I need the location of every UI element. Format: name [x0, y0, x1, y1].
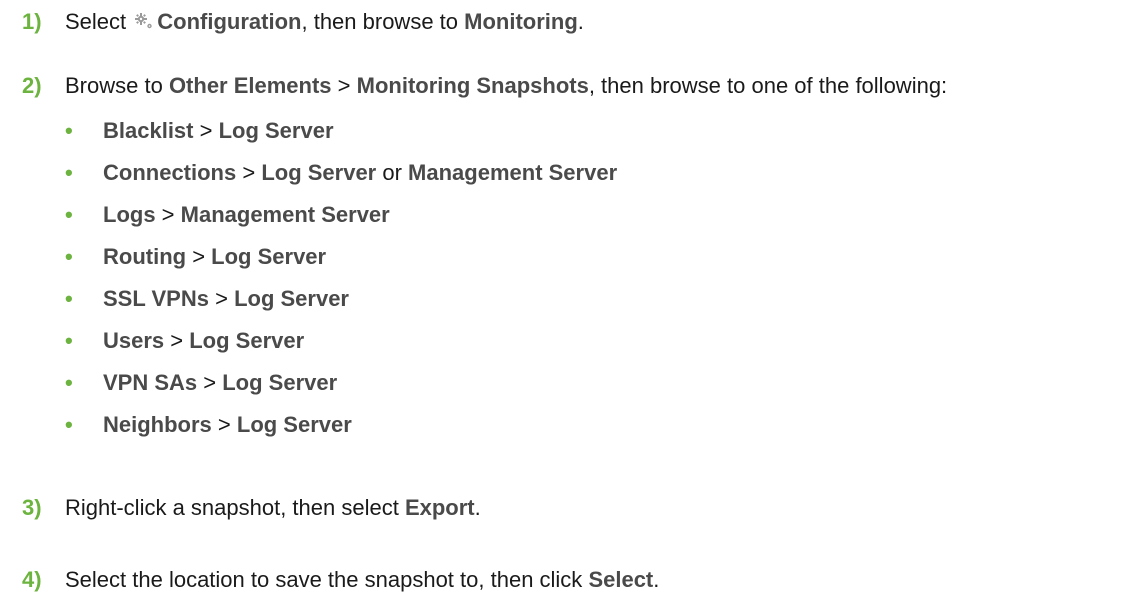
monitoring-snapshots-label: Monitoring Snapshots — [356, 73, 589, 98]
instruction-text: Select the location to save the snapshot… — [65, 567, 589, 592]
item-name: Connections — [103, 160, 237, 185]
period: . — [474, 495, 481, 520]
step-number: 2) — [22, 73, 42, 98]
step-number: 4) — [22, 567, 42, 592]
step-number: 3) — [22, 495, 42, 520]
separator: > — [155, 202, 181, 227]
gear-icon — [133, 10, 155, 32]
bullet: • — [65, 412, 73, 437]
bullet: • — [65, 328, 73, 353]
select-label: Select — [588, 567, 654, 592]
bullet: • — [65, 202, 73, 227]
item-name: Routing — [103, 244, 187, 269]
connector-text: , then browse to — [301, 9, 465, 34]
step-text: Browse to Other Elements > Monitoring Sn… — [65, 72, 947, 100]
item-name: SSL VPNs — [103, 286, 209, 311]
separator: > — [186, 244, 212, 269]
step-text: Select Configuration, then browse to Mon… — [65, 8, 584, 36]
or-text: or — [376, 160, 409, 185]
separator: > — [164, 328, 190, 353]
item-name: Users — [103, 328, 165, 353]
bullet: • — [65, 160, 73, 185]
other-elements-label: Other Elements — [168, 73, 332, 98]
bullet: • — [65, 286, 73, 311]
instruction-text: Right-click a snapshot, then select — [65, 495, 405, 520]
monitoring-label: Monitoring — [464, 9, 578, 34]
period: . — [577, 9, 584, 34]
item-name: Neighbors — [103, 412, 212, 437]
connector-text: , then browse to one of the following: — [588, 73, 948, 98]
procedure-steps: 1) Select Configuration, then browse to … — [0, 0, 1136, 616]
item-server: Log Server — [261, 160, 377, 185]
separator: > — [331, 73, 357, 98]
configuration-label: Configuration — [157, 9, 302, 34]
item-name: VPN SAs — [103, 370, 198, 395]
item-server: Management Server — [180, 202, 390, 227]
item-name: Logs — [103, 202, 156, 227]
bullet: • — [65, 118, 73, 143]
separator: > — [236, 160, 262, 185]
item-server: Log Server — [234, 286, 349, 311]
separator: > — [208, 286, 235, 311]
item-server: Log Server — [211, 244, 327, 269]
separator: > — [193, 118, 219, 143]
browse-text: Browse to — [65, 73, 169, 98]
period: . — [653, 567, 660, 592]
separator: > — [197, 370, 223, 395]
item-server: Log Server — [236, 412, 352, 437]
separator: > — [211, 412, 237, 437]
bullet: • — [65, 370, 73, 395]
select-word: Select — [65, 9, 127, 34]
step-number: 1) — [22, 9, 42, 34]
step-text: Select the location to save the snapshot… — [65, 566, 659, 594]
bullet: • — [65, 244, 73, 269]
step-text: Right-click a snapshot, then select Expo… — [65, 494, 481, 522]
export-label: Export — [404, 495, 475, 520]
item-server-alt: Management Server — [408, 160, 618, 185]
item-server: Log Server — [218, 118, 334, 143]
item-server: Log Server — [189, 328, 305, 353]
item-server: Log Server — [222, 370, 338, 395]
item-name: Blacklist — [103, 118, 194, 143]
